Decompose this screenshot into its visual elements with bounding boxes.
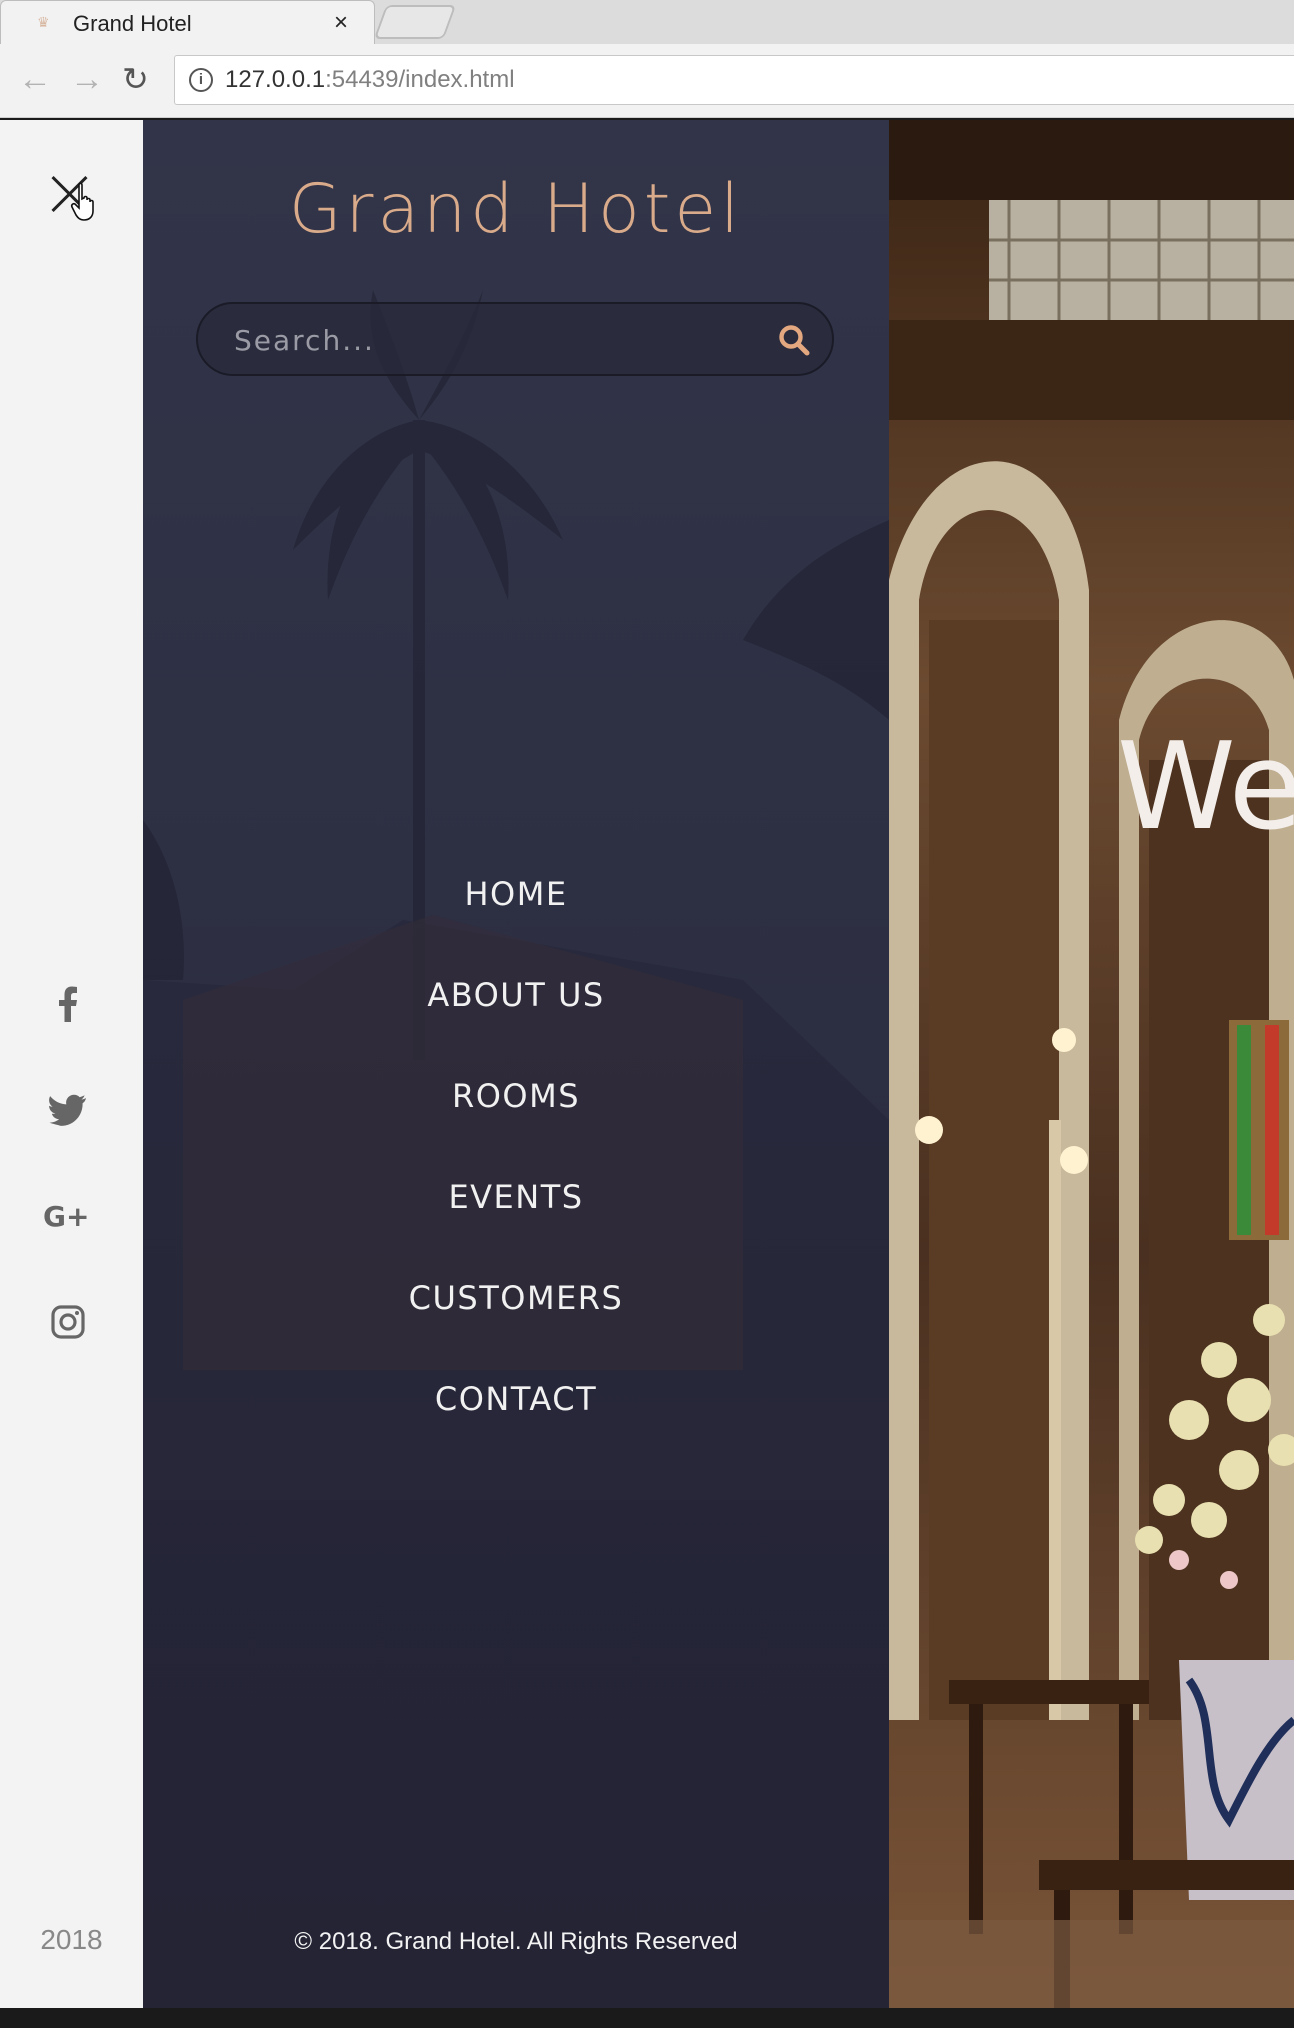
side-rail: G+ 2018 [0,120,143,2008]
hotel-favicon-icon: ♛ [37,14,50,30]
menu-item-home[interactable]: HOME [143,860,889,961]
search-input[interactable] [234,322,754,358]
hand-cursor-icon [70,182,94,221]
url-text: 127.0.0.1:54439/index.html [225,66,515,94]
hotel-logo[interactable]: Grand Hotel [143,170,889,249]
hero-section: We [889,120,1294,2008]
hero-headline: We [1117,718,1294,857]
hotel-lobby-image [889,120,1294,2008]
arrow-left-icon[interactable]: ← [18,62,52,96]
copyright-text: © 2018. Grand Hotel. All Rights Reserved [294,1928,738,1955]
tab-close-icon[interactable]: × [334,9,348,37]
main-menu: HOME ABOUT US ROOMS EVENTS CUSTOMERS CON… [143,860,889,1466]
svg-text:G+: G+ [43,1200,89,1232]
browser-tab-bar: ♛ Grand Hotel × [0,0,1294,44]
browser-tab[interactable]: ♛ Grand Hotel × [0,0,375,44]
menu-item-contact[interactable]: CONTACT [143,1365,889,1466]
reload-icon[interactable]: ↻ [122,62,149,96]
footer-year: 2018 [40,1924,103,1955]
facebook-icon[interactable] [40,976,96,1032]
info-icon[interactable]: i [189,68,213,92]
window-bottom-edge [0,2008,1294,2028]
url-path: :54439/index.html [325,66,515,93]
google-plus-icon[interactable]: G+ [40,1188,96,1244]
tab-title: Grand Hotel [73,11,192,36]
nav-drawer: Grand Hotel HOME ABOUT US ROOMS EVENTS C… [143,120,889,2008]
menu-item-events[interactable]: EVENTS [143,1163,889,1264]
page: G+ 2018 Grand Hotel Search... HOME ABOUT… [0,120,1294,2008]
browser-toolbar: ← → ↻ i 127.0.0.1:54439/index.html [0,44,1294,118]
arrow-right-icon[interactable]: → [70,62,104,96]
twitter-icon[interactable] [40,1082,96,1138]
menu-item-customers[interactable]: CUSTOMERS [143,1264,889,1365]
search-icon[interactable] [776,322,812,358]
instagram-icon[interactable] [40,1294,96,1350]
new-tab-button[interactable] [373,5,457,39]
address-bar[interactable]: i 127.0.0.1:54439/index.html [174,55,1294,105]
search-box [196,302,834,376]
url-host: 127.0.0.1 [225,66,326,93]
menu-item-rooms[interactable]: ROOMS [143,1062,889,1163]
menu-item-about-us[interactable]: ABOUT US [143,961,889,1062]
